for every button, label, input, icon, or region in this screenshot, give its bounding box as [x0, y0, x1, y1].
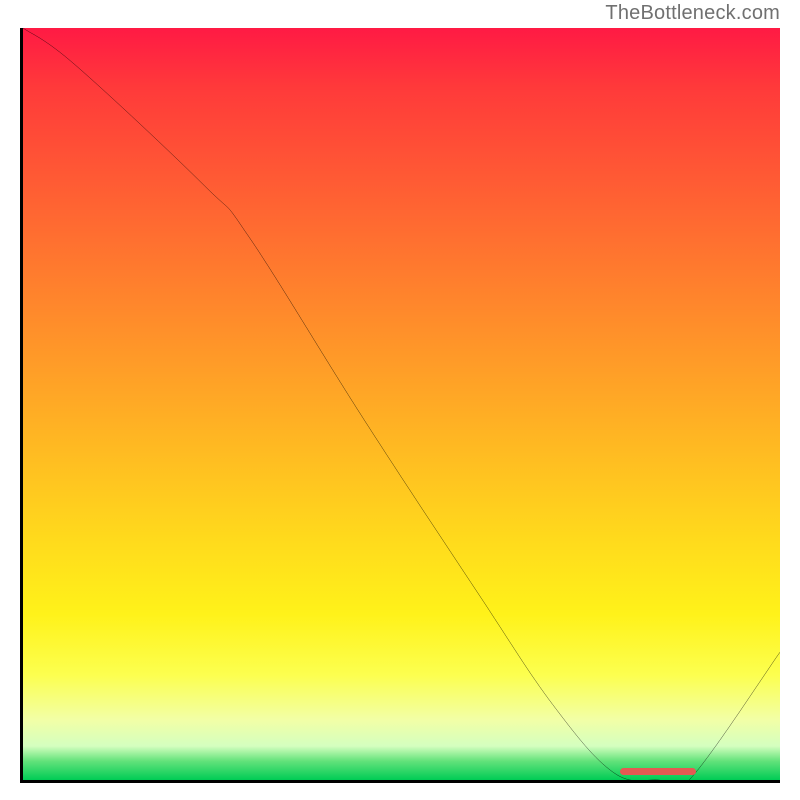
optimal-range-marker	[620, 768, 696, 775]
chart-area	[20, 28, 780, 783]
curve-path	[23, 28, 780, 780]
watermark-text: TheBottleneck.com	[605, 2, 780, 25]
bottleneck-curve	[23, 28, 780, 780]
